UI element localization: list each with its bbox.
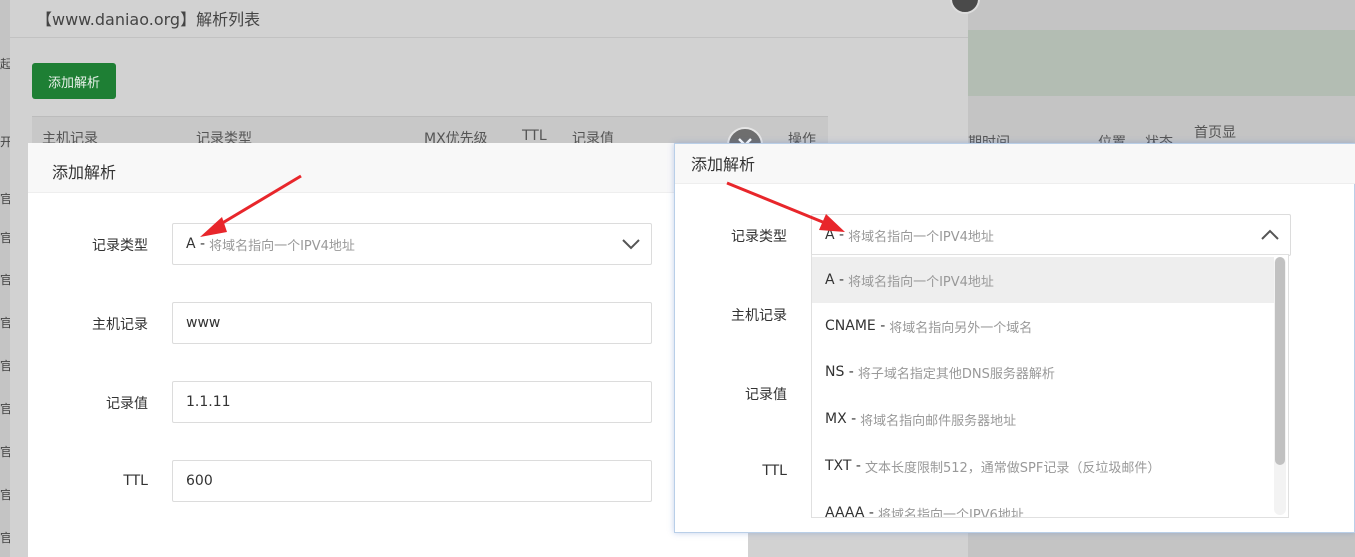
label-record-type: 记录类型 [92, 238, 148, 254]
add-record-button[interactable]: 添加解析 [32, 63, 116, 99]
label-record-value: 记录值 [106, 396, 148, 412]
background-row-char: 官 [0, 531, 10, 545]
background-row-char: 官 [0, 231, 10, 245]
dropdown-option-aaaa[interactable]: AAAA - 将域名指向一个IPV6地址 [812, 490, 1274, 518]
host-record-input[interactable] [172, 302, 652, 344]
option-code: AAAA - [825, 505, 874, 518]
option-desc: 将域名指向一个IPV6地址 [877, 507, 1024, 518]
background-column-header: 首页显 [1194, 125, 1236, 141]
background-row-char: 官 [0, 359, 10, 373]
option-code: A - [825, 272, 845, 288]
record-value-input[interactable] [172, 381, 652, 423]
option-desc: 将域名指向一个IPV4地址 [848, 274, 994, 290]
background-row-char: 开 [0, 135, 10, 149]
label-record-type: 记录类型 [731, 229, 787, 245]
dialog-header: 添加解析 [675, 144, 1355, 184]
record-type-dropdown[interactable]: A - 将域名指向一个IPV4地址 CNAME - 将域名指向另外一个域名 NS -… [811, 254, 1289, 518]
record-type-select-open[interactable]: A - 将域名指向一个IPV4地址 [811, 214, 1291, 256]
option-code: TXT - [825, 458, 861, 474]
background-row-char: 官 [0, 488, 10, 502]
record-type-desc: 将域名指向一个IPV4地址 [848, 229, 994, 245]
dropdown-option-a[interactable]: A - 将域名指向一个IPV4地址 [812, 257, 1274, 303]
background-row-char: 起 [0, 57, 10, 71]
label-host-record: 主机记录 [731, 308, 787, 324]
ttl-input[interactable] [172, 460, 652, 502]
record-type-code: A - [825, 227, 845, 243]
record-type-code: A - [186, 236, 206, 252]
option-desc: 将域名指向另外一个域名 [889, 320, 1033, 336]
label-ttl: TTL [762, 463, 787, 479]
dialog-header: 添加解析 [28, 143, 748, 193]
parse-list-table-header: 主机记录 记录类型 MX优先级 TTL 记录值 操作 [32, 116, 828, 148]
parse-list-header: 【www.daniao.org】解析列表 [10, 0, 968, 38]
column-header-ttl: TTL [522, 128, 547, 144]
option-desc: 文本长度限制512，通常做SPF记录（反垃圾邮件） [864, 460, 1161, 476]
option-desc: 将子域名指定其他DNS服务器解析 [857, 366, 1055, 382]
dropdown-scrollbar-thumb[interactable] [1275, 257, 1285, 465]
background-row-char: 官 [0, 192, 10, 206]
option-desc: 将域名指向邮件服务器地址 [860, 413, 1017, 429]
add-record-dialog-left: 添加解析 记录类型 A - 将域名指向一个IPV4地址 主机记录 记录值 TTL [28, 143, 748, 557]
background-row-char: 官 [0, 402, 10, 416]
chevron-down-icon [622, 239, 640, 250]
label-record-value: 记录值 [745, 387, 787, 403]
dropdown-option-mx[interactable]: MX - 将域名指向邮件服务器地址 [812, 396, 1274, 442]
parse-list-title: 【www.daniao.org】解析列表 [36, 10, 261, 29]
dialog-title: 添加解析 [52, 163, 117, 182]
dropdown-option-txt[interactable]: TXT - 文本长度限制512，通常做SPF记录（反垃圾邮件） [812, 443, 1274, 489]
label-ttl: TTL [123, 473, 148, 489]
dropdown-option-ns[interactable]: NS - 将子域名指定其他DNS服务器解析 [812, 349, 1274, 395]
chevron-up-icon [1261, 229, 1279, 240]
dropdown-option-cname[interactable]: CNAME - 将域名指向另外一个域名 [812, 303, 1274, 349]
record-type-desc: 将域名指向一个IPV4地址 [209, 238, 355, 254]
background-row-char: 官 [0, 316, 10, 330]
option-code: CNAME - [825, 318, 886, 334]
background-banner [968, 30, 1355, 96]
option-code: MX - [825, 411, 857, 427]
label-host-record: 主机记录 [92, 317, 148, 333]
dialog-title: 添加解析 [691, 155, 756, 174]
background-row-char: 官 [0, 445, 10, 459]
option-code: NS - [825, 364, 854, 380]
background-row-char: 官 [0, 273, 10, 287]
record-type-select[interactable]: A - 将域名指向一个IPV4地址 [172, 223, 652, 265]
